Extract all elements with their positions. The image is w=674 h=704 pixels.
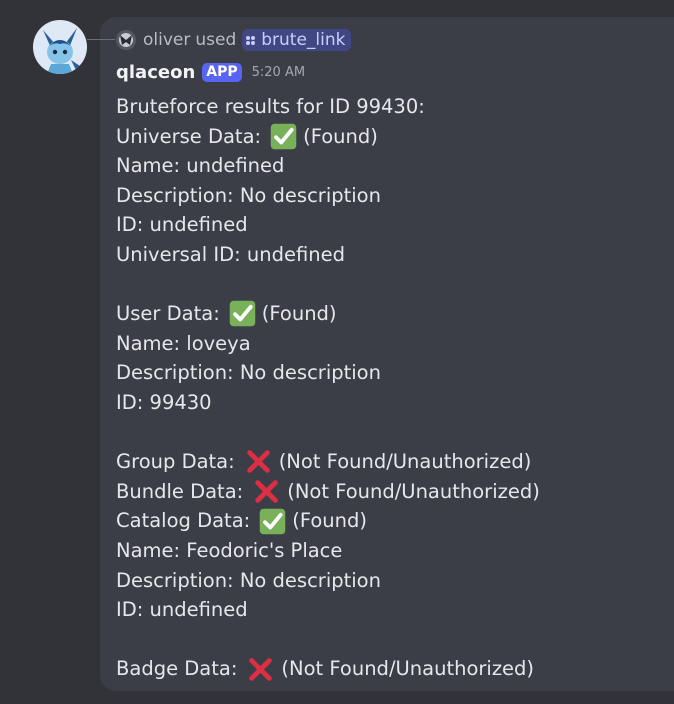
author-name[interactable]: qlaceon	[116, 62, 195, 83]
chat-page: oliver used brute_link qlaceon APP 5:20 …	[0, 0, 674, 704]
group-label: Group Data:	[116, 450, 235, 474]
badge-status: (Not Found/Unauthorized)	[281, 657, 535, 681]
check-mark-icon	[229, 301, 256, 327]
user-status-line: User Data: (Found)	[116, 299, 666, 329]
check-mark-icon	[259, 508, 286, 534]
user-name: Name: loveya	[116, 331, 251, 355]
cross-mark-icon	[255, 480, 278, 503]
badge-status-line: Badge Data: (Not Found/Unauthorized)	[116, 654, 666, 684]
catalog-status-line: Catalog Data: (Found)	[116, 506, 666, 536]
universe-universal-id: Universal ID: undefined	[116, 242, 345, 266]
group-status: (Not Found/Unauthorized)	[278, 450, 532, 474]
check-mark-icon	[270, 123, 297, 150]
command-name: brute_link	[261, 30, 346, 50]
universe-label: Universe Data:	[116, 124, 262, 148]
catalog-name: Name: Feodoric's Place	[116, 538, 343, 562]
cross-mark-icon	[246, 450, 270, 474]
results-header: Bruteforce results for ID 99430:	[116, 95, 425, 118]
bundle-status-line: Bundle Data: (Not Found/Unauthorized)	[116, 477, 666, 507]
group-status-line: Group Data: (Not Found/Unauthorized)	[116, 447, 666, 477]
reply-connector-line	[87, 39, 115, 40]
bot-avatar[interactable]	[33, 20, 87, 74]
message-header: qlaceon APP 5:20 AM	[116, 60, 305, 84]
app-badge: APP	[202, 62, 242, 82]
user-id: ID: 99430	[116, 390, 212, 414]
catalog-description: Description: No description	[116, 568, 381, 592]
invoker-used-label: used	[195, 30, 237, 50]
user-status: (Found)	[261, 302, 337, 326]
universe-name: Name: undefined	[116, 154, 285, 178]
message-content: Bruteforce results for ID 99430: Univers…	[116, 92, 666, 684]
command-mention[interactable]: brute_link	[242, 29, 351, 51]
message-timestamp[interactable]: 5:20 AM	[252, 65, 305, 80]
catalog-label: Catalog Data:	[116, 509, 251, 533]
badge-label: Badge Data:	[116, 657, 238, 681]
cross-mark-icon	[249, 657, 273, 681]
command-invocation-row: oliver used brute_link	[116, 29, 351, 51]
universe-status-line: Universe Data: (Found)	[116, 122, 666, 152]
universe-description: Description: No description	[116, 183, 381, 207]
universe-status: (Found)	[303, 124, 378, 148]
bundle-status: (Not Found/Unauthorized)	[287, 479, 540, 503]
universe-id: ID: undefined	[116, 213, 248, 237]
invoker-username[interactable]: oliver	[143, 30, 190, 50]
slash-command-icon	[246, 35, 256, 45]
user-description: Description: No description	[116, 361, 381, 385]
user-label: User Data:	[116, 302, 220, 326]
invoker-avatar[interactable]	[116, 30, 136, 50]
catalog-status: (Found)	[292, 509, 367, 533]
bundle-label: Bundle Data:	[116, 479, 244, 503]
catalog-id: ID: undefined	[116, 598, 248, 622]
